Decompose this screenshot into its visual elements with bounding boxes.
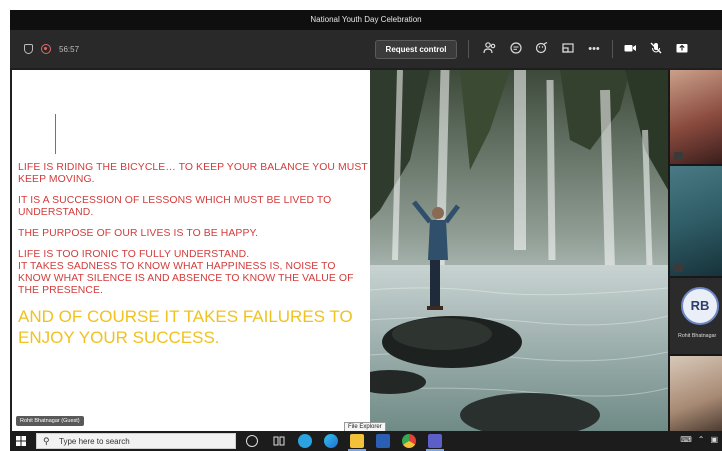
divider <box>468 40 469 58</box>
quote-text: LIFE IS RIDING THE BICYCLE… TO KEEP YOUR… <box>18 162 368 185</box>
camera-icon[interactable] <box>622 41 638 57</box>
participant-video-tile[interactable] <box>670 70 722 164</box>
meeting-status: 56:57 <box>24 30 79 68</box>
meeting-controls: 56:57 Request control ••• <box>10 30 722 68</box>
meeting-title: National Youth Day Celebration <box>10 10 722 30</box>
quote-text: LIFE IS TOO IRONIC TO FULLY UNDERSTAND. <box>18 249 250 260</box>
waterfall-photo <box>354 70 668 432</box>
closing-quote: AND OF COURSE IT TAKES FAILURES TO ENJOY… <box>18 307 353 347</box>
more-options-icon[interactable]: ••• <box>586 41 602 57</box>
recording-icon <box>41 44 51 54</box>
telegram-icon[interactable] <box>298 434 312 448</box>
chat-icon[interactable] <box>508 41 524 57</box>
meeting-window: National Youth Day Celebration 56:57 Req… <box>10 10 722 441</box>
chrome-icon[interactable] <box>402 434 416 448</box>
cortana-icon[interactable] <box>246 435 258 447</box>
quote-text: THE PURPOSE OF OUR LIVES IS TO BE HAPPY. <box>18 228 259 239</box>
participant-gallery: RB Rohit Bhatnagar <box>668 70 722 432</box>
edge-icon[interactable] <box>324 434 338 448</box>
file-explorer-icon[interactable] <box>350 434 364 448</box>
people-icon[interactable] <box>482 41 498 57</box>
participant-avatar-tile[interactable]: RB Rohit Bhatnagar <box>670 278 722 354</box>
search-icon: ⚲ <box>43 436 50 446</box>
quote-text: IT IS A SUCCESSION OF LESSONS WHICH MUST… <box>18 195 332 218</box>
share-icon[interactable] <box>674 41 690 57</box>
windows-start-icon[interactable] <box>16 436 26 446</box>
shared-slide: LIFE IS RIDING THE BICYCLE… TO KEEP YOUR… <box>12 70 668 432</box>
slide-quotes: LIFE IS RIDING THE BICYCLE… TO KEEP YOUR… <box>18 162 370 348</box>
quote-text: IT TAKES SADNESS TO KNOW WHAT HAPPINESS … <box>18 261 354 296</box>
pin-icon[interactable] <box>674 264 683 272</box>
mic-off-icon[interactable] <box>648 41 664 57</box>
participant-name: Rohit Bhatnagar <box>678 333 717 339</box>
meeting-timer: 56:57 <box>59 44 80 54</box>
pin-icon[interactable] <box>674 152 683 160</box>
text-cursor <box>55 114 56 154</box>
request-control-button[interactable]: Request control <box>375 40 457 59</box>
windows-taskbar: ⚲ ⌨ ⌃ ▣ <box>10 431 722 451</box>
presenter-name-tag: Rohit Bhatnagar (Guest) <box>16 416 84 426</box>
task-view-icon[interactable] <box>272 434 286 448</box>
reactions-icon[interactable] <box>534 41 550 57</box>
taskbar-search[interactable]: ⚲ <box>36 433 236 449</box>
avatar: RB <box>681 287 719 325</box>
participant-video-tile[interactable] <box>670 166 722 276</box>
search-input[interactable] <box>59 436 229 447</box>
chevron-up-icon[interactable]: ⌃ <box>698 435 705 444</box>
teams-icon[interactable] <box>428 434 442 448</box>
shield-icon <box>24 44 33 54</box>
system-tray: ⌨ ⌃ ▣ <box>680 435 718 444</box>
participant-video-tile[interactable] <box>670 356 722 432</box>
divider <box>612 40 613 58</box>
rooms-icon[interactable] <box>560 41 576 57</box>
network-icon[interactable]: ▣ <box>710 435 718 444</box>
word-icon[interactable] <box>376 434 390 448</box>
keyboard-icon[interactable]: ⌨ <box>680 435 692 444</box>
